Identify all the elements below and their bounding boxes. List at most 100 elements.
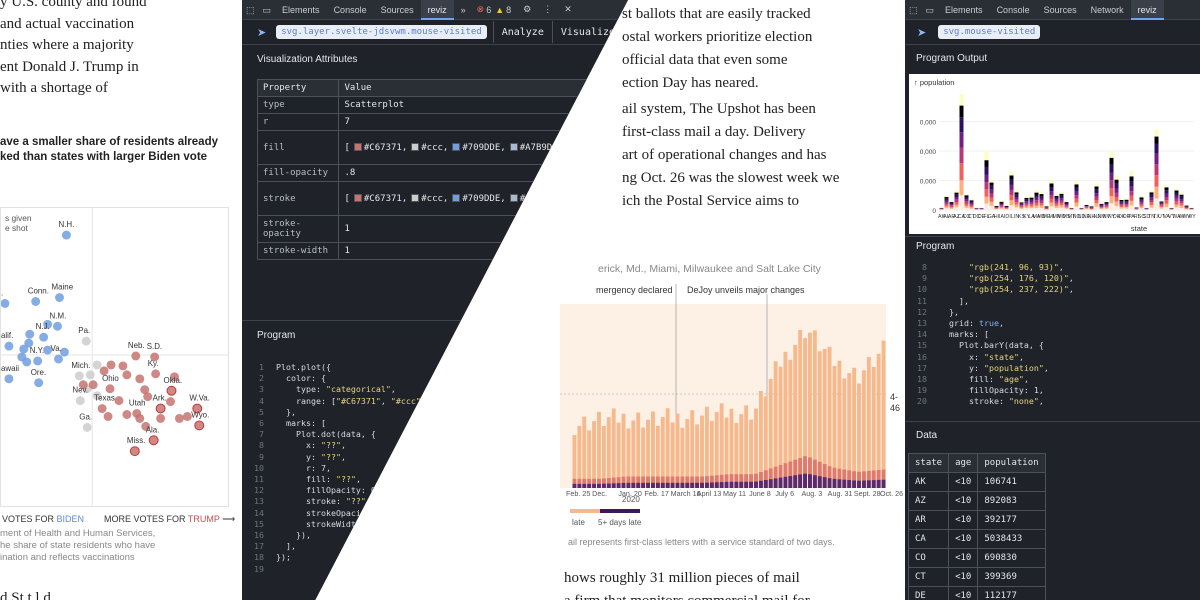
scatter-point — [132, 409, 142, 418]
population-bar-segment — [949, 207, 954, 209]
mail-x-ticks: Feb. 25 Dec. Jan. 20 Feb. 17 March 16April 1… — [566, 489, 903, 498]
scatter-point — [151, 369, 161, 379]
population-bar-segment — [989, 182, 994, 186]
quadrant-note-line: s given — [5, 213, 32, 223]
tab-elements[interactable]: Elements — [938, 0, 990, 20]
population-bar-segment — [994, 207, 999, 209]
population-bar-segment — [1104, 201, 1109, 203]
column-header[interactable]: age — [948, 453, 979, 473]
error-icon[interactable]: ⊗ — [477, 4, 485, 15]
population-bar-segment — [1179, 203, 1184, 206]
population-bar-segment — [1094, 206, 1099, 210]
scatter-point — [148, 435, 159, 446]
tab-reviz[interactable]: reviz — [1130, 0, 1164, 20]
population-bar-segment — [1149, 190, 1154, 193]
scatter-point — [85, 370, 95, 380]
population-bar-segment — [1049, 202, 1054, 207]
close-icon[interactable]: ✕ — [564, 4, 572, 15]
population-bar-segment — [1109, 180, 1114, 189]
population-bar-segment — [1154, 143, 1159, 154]
inspect-icon[interactable]: ⬚ — [905, 0, 922, 20]
code-line: 17 y: "population", — [917, 362, 1049, 373]
program-code-editor[interactable]: 8 "rgb(241, 96, 93)", 9 "rgb(254, 176, 12… — [905, 262, 1074, 408]
devtools-tabbar: ⬚ ▭ Elements Console Sources Network rev… — [905, 0, 1200, 20]
column-header[interactable]: population — [977, 453, 1046, 473]
scatter-point — [19, 344, 29, 354]
population-bar-segment — [1104, 205, 1109, 207]
population-bar-segment — [1009, 200, 1014, 206]
population-bar-segment — [1164, 200, 1169, 204]
population-bar-segment — [1099, 203, 1104, 205]
population-bar-segment — [1019, 207, 1024, 209]
analyze-button[interactable]: Analyze — [494, 27, 552, 38]
selected-element-chip[interactable]: svg.mouse-visited — [938, 25, 1041, 39]
scatter-point-label: N.J. — [36, 322, 50, 331]
column-header[interactable]: state — [907, 453, 950, 473]
population-bar-segment — [1039, 198, 1044, 201]
five-days-late-bar — [871, 480, 876, 488]
middle-article: st ballots that are easily tracked ostal… — [560, 0, 905, 600]
population-bar-segment — [944, 208, 949, 210]
population-bar-segment — [1084, 209, 1089, 210]
population-bar-segment — [1114, 205, 1119, 210]
paragraph-line: ostal workers prioritize election — [622, 29, 813, 45]
population-bar-segment — [1179, 207, 1184, 210]
population-bar-segment — [1034, 200, 1039, 203]
device-toggle-icon[interactable]: ▭ — [259, 0, 276, 20]
tab-sources[interactable]: Sources — [1037, 0, 1084, 20]
five-days-late-bar — [788, 476, 793, 488]
five-days-late-bar — [763, 480, 768, 488]
tab-console[interactable]: Console — [327, 0, 374, 20]
population-bar-segment — [1074, 206, 1079, 210]
tab-network[interactable]: Network — [1084, 0, 1131, 20]
population-bar-segment — [1084, 204, 1089, 206]
settings-icon[interactable]: ⚙ — [523, 4, 531, 15]
footnote-line: ination and reflects vaccinations — [0, 552, 135, 563]
population-bar-segment — [1099, 203, 1104, 204]
five-days-late-bar — [822, 477, 827, 488]
tab-reviz[interactable]: reviz — [420, 0, 454, 20]
code-line: 14 strokeOpacity: 1, — [254, 507, 391, 518]
population-bar-segment — [989, 185, 994, 190]
population-bar-segment — [1139, 204, 1144, 207]
pointer-icon[interactable]: ➤ — [257, 26, 266, 39]
left-article: y U.S. county and found and actual vacci… — [0, 0, 240, 600]
five-days-late-bar — [847, 480, 852, 488]
tab-console[interactable]: Console — [990, 0, 1037, 20]
population-bar-segment — [1064, 202, 1069, 205]
program-code-editor[interactable]: 1 Plot.plot({2 color: {3 type: "categoric… — [242, 362, 591, 575]
population-bar-segment — [1054, 197, 1059, 200]
scatter-point — [166, 397, 175, 407]
selected-element-chip[interactable]: svg.layer.svelte-jdsvwm.mouse-visited — [276, 25, 487, 39]
population-bar-segment — [1024, 199, 1029, 202]
population-bar-segment — [1114, 175, 1119, 180]
attributes-section-title: Visualization Attributes — [257, 54, 358, 65]
population-bar-segment — [969, 208, 974, 210]
warning-icon[interactable]: ▲ — [495, 5, 504, 15]
tab-elements[interactable]: Elements — [275, 0, 327, 20]
population-bar-segment — [1034, 205, 1039, 208]
five-days-late-bar — [621, 482, 626, 488]
paragraph-line: ection Day has neared. — [622, 75, 759, 91]
population-bar-segment — [1064, 208, 1069, 210]
scatter-point — [194, 420, 205, 431]
scatter-point — [4, 341, 14, 351]
more-tabs-icon[interactable]: » — [454, 0, 473, 20]
five-days-late-bar — [690, 482, 695, 488]
population-bar-segment — [1159, 205, 1164, 208]
inspect-icon[interactable]: ⬚ — [242, 0, 259, 20]
device-toggle-icon[interactable]: ▭ — [922, 0, 939, 20]
population-bar-segment — [1149, 199, 1154, 203]
x-tick-label: WY — [1187, 214, 1196, 220]
population-bar-segment — [1114, 192, 1119, 198]
population-bar-segment — [1154, 129, 1159, 137]
code-line: 12 fillOpacity: 0.8, — [254, 485, 391, 496]
population-bar-segment — [1009, 205, 1014, 210]
population-bar-segment — [964, 197, 969, 200]
pointer-icon[interactable]: ➤ — [917, 26, 926, 39]
kebab-menu-icon[interactable]: ⋮ — [543, 4, 552, 15]
axis-direction-right: MORE VOTES FOR TRUMP ⟶ — [104, 513, 235, 525]
tab-sources[interactable]: Sources — [374, 0, 421, 20]
population-bar-segment — [1179, 205, 1184, 208]
code-line: 2 color: { — [259, 373, 326, 384]
